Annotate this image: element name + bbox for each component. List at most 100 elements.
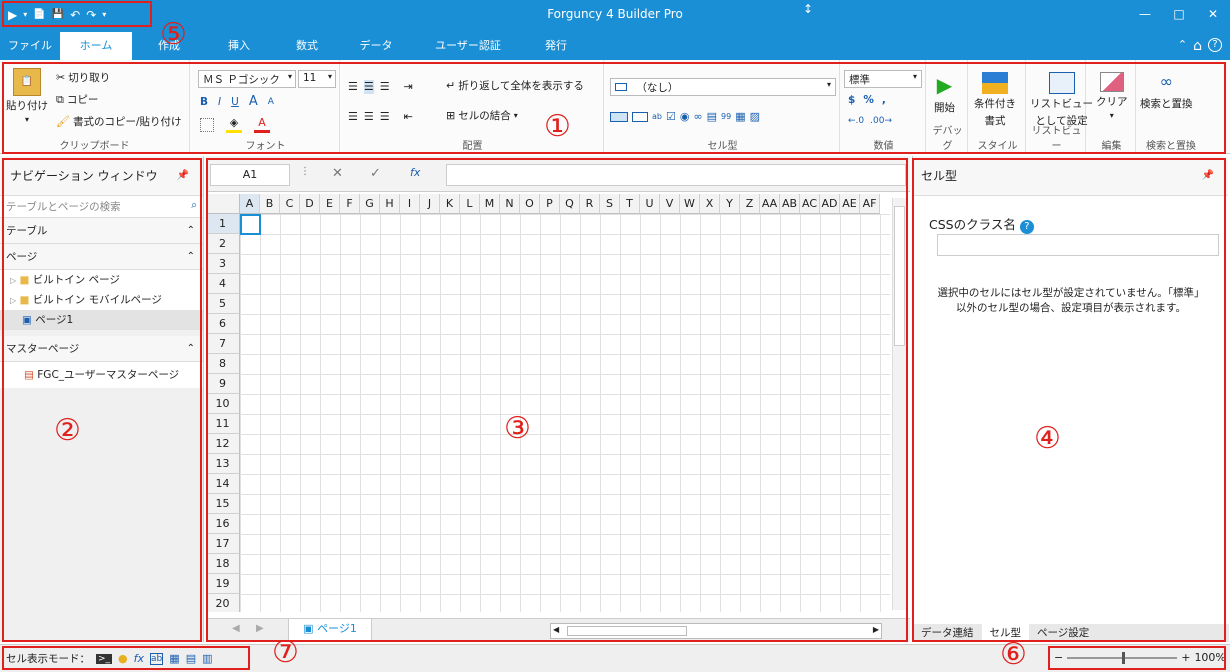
row-header[interactable]: 12 [206, 434, 240, 454]
search-icon[interactable]: ⌕ [191, 199, 197, 212]
cell-reference-box[interactable]: A1 [210, 164, 290, 186]
merge-cells-button[interactable]: ⊞ セルの結合 ▾ [446, 108, 518, 123]
row-header[interactable]: 15 [206, 494, 240, 514]
find-replace-button[interactable]: ∞ 検索と置換 [1140, 72, 1193, 111]
align-top-icon[interactable]: ☰ [348, 80, 358, 94]
tab-home[interactable]: ホーム [60, 32, 132, 60]
layout-icon[interactable]: ▥ [202, 652, 212, 665]
font-size-combo[interactable]: 11 ▾ [298, 70, 336, 88]
tab-insert[interactable]: 挿入 [206, 32, 272, 60]
scroll-left-icon[interactable]: ◀ [553, 625, 559, 634]
db-icon[interactable]: ▤ [186, 652, 196, 665]
textbox-celltype-icon[interactable] [632, 112, 648, 122]
column-header[interactable]: P [540, 194, 560, 214]
cancel-formula-button[interactable]: ✕ [332, 166, 343, 181]
column-header[interactable]: Y [720, 194, 740, 214]
pin-icon[interactable]: 📌 [177, 156, 189, 196]
row-header[interactable]: 6 [206, 314, 240, 334]
help-icon[interactable]: ? [1019, 220, 1034, 234]
row-header[interactable]: 20 [206, 594, 240, 612]
redo-icon[interactable]: ↷ [86, 8, 96, 22]
label-icon[interactable]: ab [150, 652, 164, 665]
new-page-icon[interactable]: 📄 [33, 8, 45, 22]
collapse-ribbon-icon[interactable]: ⌃ [1178, 38, 1187, 54]
scroll-right-icon[interactable]: ▶ [873, 625, 879, 634]
sheet-tab-page1[interactable]: ▣ ページ1 [288, 619, 372, 641]
row-header[interactable]: 10 [206, 394, 240, 414]
customize-qat-icon[interactable]: ▾ [102, 8, 106, 22]
percent-button[interactable]: % [863, 94, 874, 106]
more-icon[interactable]: ⋮ [300, 166, 310, 177]
row-header[interactable]: 13 [206, 454, 240, 474]
column-header[interactable]: R [580, 194, 600, 214]
cut-button[interactable]: ✂ 切り取り [56, 70, 110, 85]
column-header[interactable]: Z [740, 194, 760, 214]
celltype-combo[interactable]: （なし） ▾ [610, 78, 836, 96]
row-header[interactable]: 8 [206, 354, 240, 374]
column-header[interactable]: AC [800, 194, 820, 214]
number-format-combo[interactable]: 標準 ▾ [844, 70, 922, 88]
collapse-icon[interactable]: ⌃ [187, 336, 195, 362]
row-header[interactable]: 16 [206, 514, 240, 534]
zoom-in-icon[interactable]: + [1181, 651, 1190, 664]
clear-button[interactable]: クリア ▾ [1096, 72, 1128, 120]
format-painter-button[interactable]: 🖌 書式のコピー/貼り付け [56, 114, 182, 129]
decrease-decimal-icon[interactable]: .00→ [870, 116, 892, 126]
image-celltype-icon[interactable]: ▨ [750, 110, 760, 124]
formula-icon[interactable]: fx [134, 652, 144, 665]
copy-button[interactable]: ⧉ コピー [56, 92, 98, 107]
row-header[interactable]: 11 [206, 414, 240, 434]
run-icon[interactable]: ▶ [8, 8, 17, 22]
indent-icon[interactable]: ⇥ [404, 80, 413, 94]
list-celltype-icon[interactable]: ▤ [707, 110, 717, 124]
start-debug-button[interactable]: ▶ 開始 [934, 74, 955, 115]
maximize-icon[interactable]: □ [1162, 0, 1196, 30]
column-header[interactable]: X [700, 194, 720, 214]
row-header[interactable]: 14 [206, 474, 240, 494]
scroll-thumb[interactable] [894, 206, 905, 346]
row-header[interactable]: 9 [206, 374, 240, 394]
tab-data[interactable]: データ [342, 32, 410, 60]
row-header[interactable]: 19 [206, 574, 240, 594]
column-header[interactable]: G [360, 194, 380, 214]
column-header[interactable]: A [240, 194, 260, 214]
column-header[interactable]: AA [760, 194, 780, 214]
run-dropdown-icon[interactable]: ▾ [23, 8, 27, 22]
grid-cells[interactable] [240, 214, 890, 612]
paste-button[interactable]: 📋 貼り付け ▾ [6, 68, 48, 124]
insert-function-button[interactable]: fx [410, 166, 420, 179]
number-celltype-icon[interactable]: 99 [721, 110, 731, 124]
column-header[interactable]: D [300, 194, 320, 214]
zoom-out-icon[interactable]: − [1054, 651, 1063, 664]
button-celltype-icon[interactable] [610, 112, 628, 122]
zoom-thumb[interactable] [1122, 651, 1126, 664]
column-header[interactable]: O [520, 194, 540, 214]
column-header[interactable]: T [620, 194, 640, 214]
radio-celltype-icon[interactable]: ◉ [680, 110, 690, 124]
row-header[interactable]: 2 [206, 234, 240, 254]
column-header[interactable]: J [420, 194, 440, 214]
column-header[interactable]: B [260, 194, 280, 214]
column-header[interactable]: AD [820, 194, 840, 214]
nav-item-master-page[interactable]: ▤ FGC_ユーザーマスターページ [0, 362, 203, 388]
column-header[interactable]: AB [780, 194, 800, 214]
set-listview-button[interactable]: リストビュー として設定 [1030, 72, 1093, 128]
horizontal-scrollbar[interactable]: ◀ ▶ [550, 623, 882, 639]
zoom-slider[interactable] [1067, 651, 1178, 664]
fill-color-icon[interactable]: ◈ [226, 116, 242, 133]
expand-icon[interactable]: ▷ [10, 296, 16, 305]
shrink-font-button[interactable]: A [268, 97, 274, 107]
column-header[interactable]: V [660, 194, 680, 214]
font-name-combo[interactable]: ＭＳ Ｐゴシック ▾ [198, 70, 296, 88]
help-icon[interactable]: ? [1208, 38, 1222, 52]
tab-formula[interactable]: 数式 [272, 32, 342, 60]
prev-sheet-icon[interactable]: ◀ [232, 623, 240, 634]
bulb-icon[interactable]: ● [118, 652, 128, 665]
column-header[interactable]: L [460, 194, 480, 214]
underline-button[interactable]: U [231, 96, 239, 108]
tab-page-settings[interactable]: ページ設定 [1029, 624, 1097, 642]
column-header[interactable]: H [380, 194, 400, 214]
column-header[interactable]: E [320, 194, 340, 214]
column-header[interactable]: AE [840, 194, 860, 214]
tab-user-auth[interactable]: ユーザー認証 [410, 32, 526, 60]
